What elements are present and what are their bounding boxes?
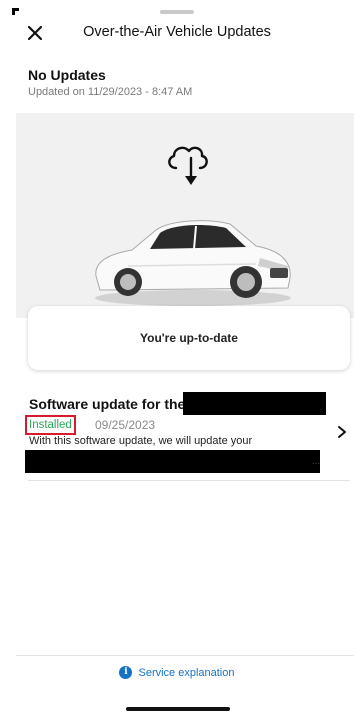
info-icon: i bbox=[119, 666, 133, 679]
chevron-right-icon bbox=[338, 426, 346, 438]
status-corner-mark bbox=[12, 8, 19, 15]
service-explanation-link[interactable]: i Service explanation bbox=[0, 666, 354, 679]
update-title: Software update for the bbox=[29, 396, 186, 412]
up-to-date-card: You're up-to-date bbox=[28, 306, 350, 370]
header: Over-the-Air Vehicle Updates bbox=[0, 16, 354, 52]
page-title: Over-the-Air Vehicle Updates bbox=[83, 24, 271, 40]
update-date: 09/25/2023 bbox=[95, 418, 156, 432]
up-to-date-message: You're up-to-date bbox=[140, 331, 238, 345]
update-status: No Updates Updated on 11/29/2023 - 8:47 … bbox=[28, 67, 328, 98]
car-image bbox=[95, 220, 291, 306]
status-title: No Updates bbox=[28, 67, 106, 83]
update-description: With this software update, we will updat… bbox=[29, 435, 253, 447]
hero-panel bbox=[16, 113, 354, 318]
redacted-vehicle-name bbox=[183, 392, 326, 415]
footer-divider bbox=[16, 655, 354, 656]
last-updated-text: Updated on 11/29/2023 - 8:47 AM bbox=[28, 86, 193, 98]
installed-status-badge: Installed bbox=[25, 415, 76, 435]
sheet-grabber[interactable] bbox=[160, 10, 194, 14]
divider bbox=[28, 480, 350, 481]
service-explanation-label: Service explanation bbox=[138, 666, 235, 679]
home-indicator bbox=[126, 707, 230, 711]
software-update-item[interactable]: Software update for the Installed 09/25/… bbox=[0, 388, 354, 480]
truncation-ellipsis: ... bbox=[312, 456, 321, 467]
cloud-download-icon bbox=[168, 146, 208, 185]
redacted-description bbox=[25, 450, 320, 473]
